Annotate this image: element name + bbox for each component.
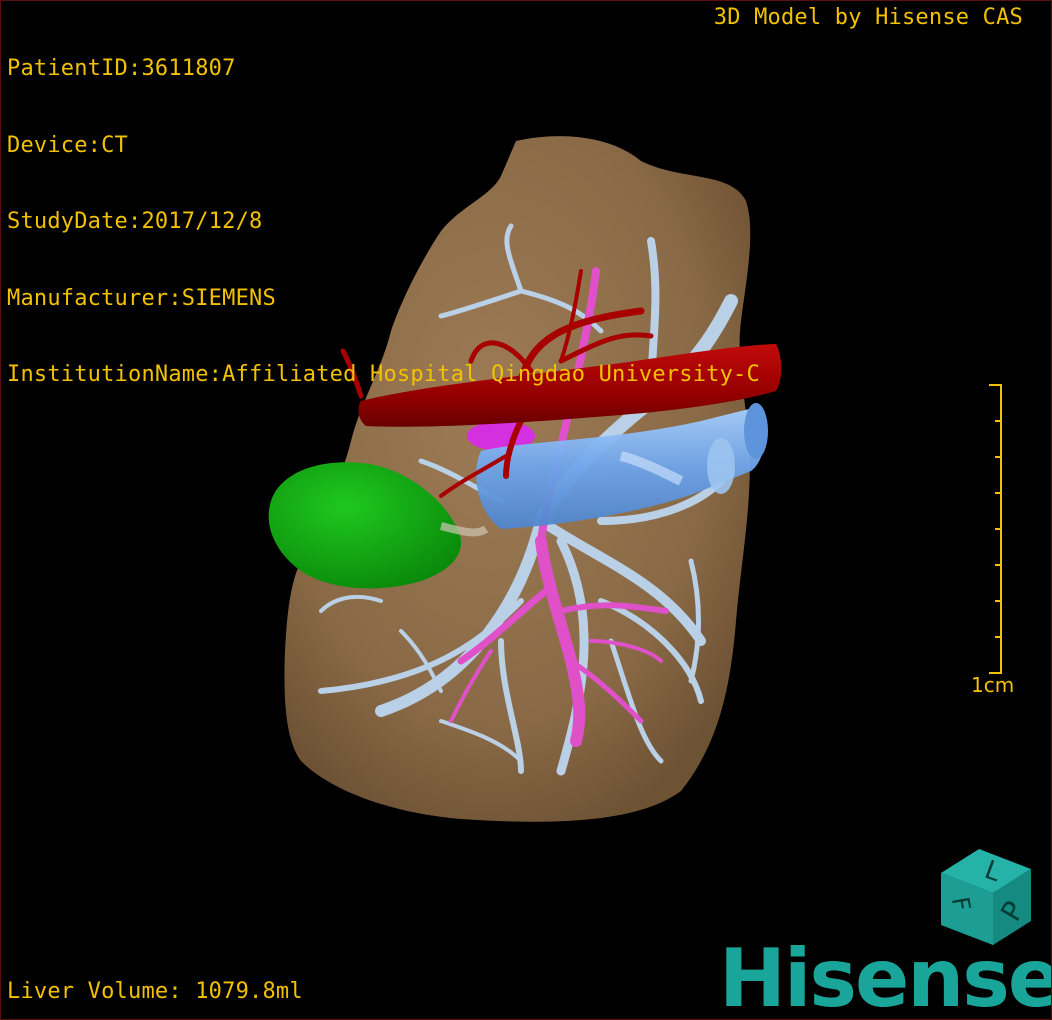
scale-label: 1cm — [971, 673, 1015, 697]
manufacturer-text: Manufacturer:SIEMENS — [7, 285, 276, 311]
patient-id-text: PatientID:3611807 — [7, 56, 236, 81]
3d-viewport[interactable]: PatientID:3611807 Device:CT StudyDate:20… — [0, 0, 1052, 1020]
scale-bar — [989, 384, 1002, 674]
device-text: Device:CT — [7, 132, 129, 158]
dicom-metadata: PatientID:3611807 Device:CT StudyDate:20… — [7, 5, 760, 439]
model-credit-text: 3D Model by Hisense CAS — [713, 5, 1023, 30]
hisense-logo: Hisense — [719, 932, 1052, 1020]
institution-text: InstitutionName:Affiliated Hospital Qing… — [7, 362, 760, 387]
study-date-text: StudyDate:2017/12/8 — [7, 209, 263, 234]
liver-volume-text: Liver Volume: 1079.8ml — [7, 978, 303, 1004]
